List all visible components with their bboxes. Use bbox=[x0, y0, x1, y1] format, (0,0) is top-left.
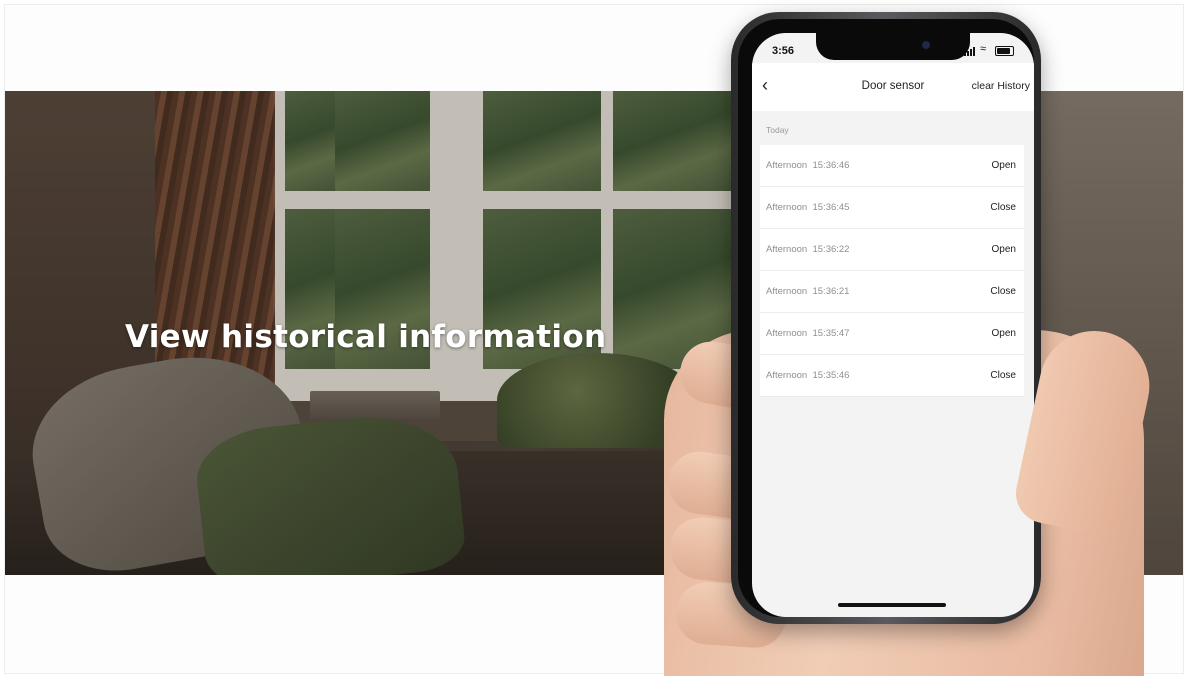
nav-bar: ‹ Door sensor clear History bbox=[752, 63, 1034, 111]
list-item[interactable]: Afternoon 15:36:45 Close bbox=[760, 187, 1024, 229]
camera-icon bbox=[922, 41, 930, 49]
event-time: Afternoon 15:36:21 bbox=[766, 286, 850, 297]
event-time: Afternoon 15:36:46 bbox=[766, 160, 850, 171]
home-indicator[interactable] bbox=[838, 603, 946, 607]
clear-history-button[interactable]: clear History bbox=[972, 80, 1030, 92]
event-state: Open bbox=[991, 160, 1016, 171]
history-list: Afternoon 15:36:46 Open Afternoon 15:36:… bbox=[760, 145, 1024, 397]
list-item[interactable]: Afternoon 15:36:22 Open bbox=[760, 229, 1024, 271]
battery-icon bbox=[995, 46, 1014, 56]
event-state: Open bbox=[991, 244, 1016, 255]
event-state: Close bbox=[990, 286, 1016, 297]
list-item[interactable]: Afternoon 15:35:46 Close bbox=[760, 355, 1024, 397]
headline: View historical information bbox=[125, 319, 607, 355]
notch bbox=[816, 33, 970, 60]
phone-bezel: 3:56 ≈ ‹ Door sensor clear History Today… bbox=[738, 19, 1034, 617]
wifi-icon: ≈ bbox=[980, 43, 987, 55]
list-item[interactable]: Afternoon 15:35:47 Open bbox=[760, 313, 1024, 355]
event-state: Open bbox=[991, 328, 1016, 339]
status-time: 3:56 bbox=[772, 45, 795, 57]
event-time: Afternoon 15:35:47 bbox=[766, 328, 850, 339]
event-time: Afternoon 15:36:22 bbox=[766, 244, 850, 255]
section-label: Today bbox=[766, 125, 789, 135]
phone: 3:56 ≈ ‹ Door sensor clear History Today… bbox=[731, 12, 1041, 624]
list-item[interactable]: Afternoon 15:36:21 Close bbox=[760, 271, 1024, 313]
event-state: Close bbox=[990, 202, 1016, 213]
event-state: Close bbox=[990, 370, 1016, 381]
phone-screen: 3:56 ≈ ‹ Door sensor clear History Today… bbox=[752, 33, 1034, 617]
event-time: Afternoon 15:36:45 bbox=[766, 202, 850, 213]
list-item[interactable]: Afternoon 15:36:46 Open bbox=[760, 145, 1024, 187]
event-time: Afternoon 15:35:46 bbox=[766, 370, 850, 381]
